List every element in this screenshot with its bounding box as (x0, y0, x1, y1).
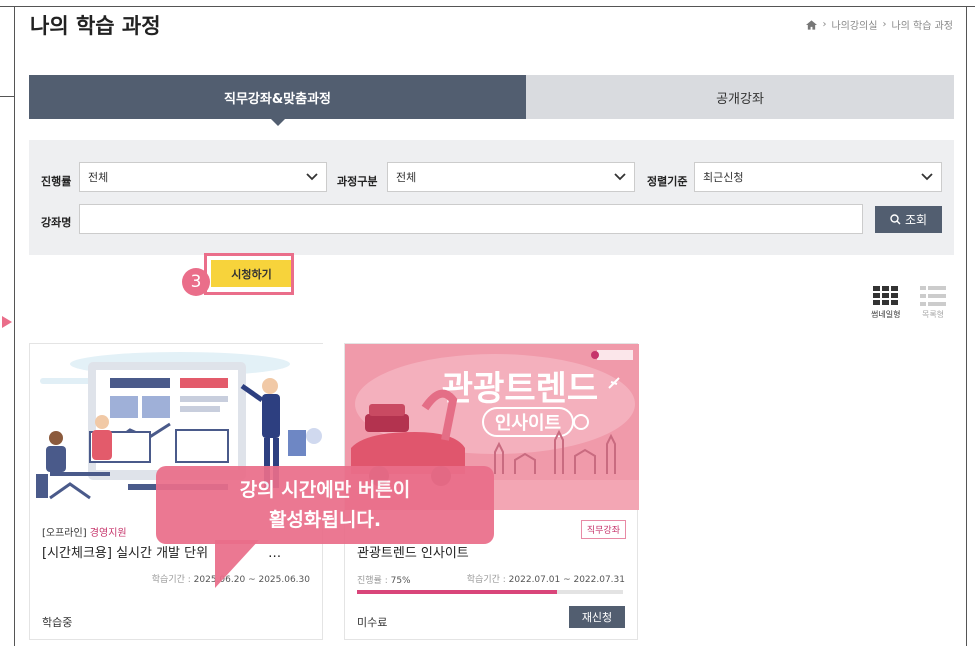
breadcrumb-item-current: 나의 학습 과정 (891, 21, 953, 32)
type-select-value: 전체 (396, 171, 417, 184)
progress-label: 진행률 : (357, 576, 388, 586)
breadcrumb: › 나의강의실 › 나의 학습 과정 (806, 17, 953, 32)
frame-right-line (966, 6, 967, 646)
progress-select-value: 전체 (88, 171, 109, 184)
callout-tail (215, 540, 259, 588)
frame-connector-line (0, 96, 14, 97)
course-name-input[interactable] (79, 204, 863, 234)
list-view-label: 목록형 (921, 310, 945, 319)
course-type: [오프라인] (42, 528, 87, 539)
course-category: [오프라인] 경영지원 (42, 524, 127, 539)
course-department: 경영지원 (89, 528, 127, 539)
progress-filter-label: 진행률 (41, 175, 72, 188)
period-label: 학습기간 : (466, 575, 506, 585)
chevron-down-icon (921, 173, 933, 181)
list-view-icon (920, 286, 946, 306)
progress-value: 75% (390, 576, 411, 586)
course-name-label: 강좌명 (41, 216, 72, 229)
tab-open-courses[interactable]: 공개강좌 (526, 75, 954, 119)
filter-panel: 진행률 전체 과정구분 전체 정렬기준 최근신청 강좌명 조회 (29, 140, 954, 255)
type-select[interactable]: 전체 (387, 162, 635, 192)
home-icon[interactable] (806, 19, 818, 30)
course-tabs: 직무강좌&맞춤과정 공개강좌 (29, 75, 954, 126)
course-title[interactable]: 관광트렌드 인사이트 (357, 542, 469, 561)
pointer-arrow-icon (2, 316, 12, 328)
banner-title-line2: 인사이트 (495, 413, 561, 434)
period-label: 학습기간 : (151, 575, 191, 585)
course-status: 미수료 (357, 616, 388, 629)
course-progress-text: 진행률 : 75% (357, 573, 411, 586)
tab-job-courses[interactable]: 직무강좌&맞춤과정 (29, 75, 526, 126)
course-status: 학습중 (42, 616, 73, 629)
breadcrumb-item-classroom[interactable]: 나의강의실 (831, 17, 877, 32)
callout-line-2: 활성화됩니다. (268, 509, 382, 531)
course-title-text: [시간체크용] 실시간 개발 단위 (42, 546, 209, 561)
course-period: 학습기간 : 2022.07.01 ~ 2022.07.31 (467, 572, 625, 585)
list-view-toggle[interactable]: 목록형 (920, 286, 946, 320)
type-filter-label: 과정구분 (337, 175, 378, 188)
step-number-badge: 3 (182, 268, 210, 296)
sort-select-value: 최근신청 (703, 171, 744, 184)
course-category-badge: 직무강좌 (580, 520, 626, 539)
watch-button-highlight (204, 253, 294, 295)
course-title-ellipsis: … (268, 546, 282, 561)
page-title: 나의 학습 과정 (30, 14, 161, 38)
chevron-down-icon (614, 173, 626, 181)
sort-filter-label: 정렬기준 (647, 175, 688, 188)
frame-top-line (0, 6, 975, 7)
grid-view-icon (872, 286, 898, 305)
reapply-button[interactable]: 재신청 (569, 606, 625, 628)
frame-left-line (14, 6, 15, 646)
thumbnail-view-label: 썸네일형 (871, 310, 901, 319)
period-value: 2022.07.01 ~ 2022.07.31 (508, 575, 625, 585)
chevron-down-icon (306, 173, 318, 181)
tooltip-callout: 강의 시간에만 버튼이 활성화됩니다. (156, 466, 494, 544)
search-button[interactable]: 조회 (875, 206, 942, 233)
callout-line-1: 강의 시간에만 버튼이 (239, 479, 411, 501)
search-icon (890, 214, 901, 225)
progress-bar (357, 590, 623, 594)
thumbnail-view-toggle[interactable]: 썸네일형 (871, 286, 900, 320)
progress-bar-fill (357, 590, 557, 594)
banner-title-line1: 관광트렌드 (442, 369, 598, 409)
sort-select[interactable]: 최근신청 (694, 162, 942, 192)
search-button-label: 조회 (904, 213, 928, 227)
progress-select[interactable]: 전체 (79, 162, 327, 192)
breadcrumb-separator: › (822, 19, 827, 30)
breadcrumb-separator: › (882, 19, 887, 30)
